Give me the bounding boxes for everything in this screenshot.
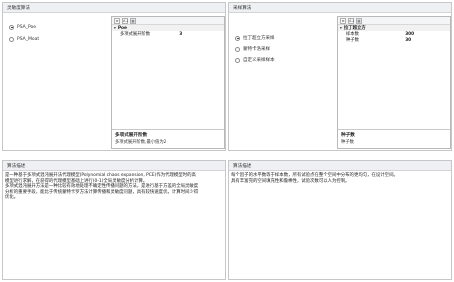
property-toolbar: ≡ A↓ ▦ [112, 17, 224, 25]
option-label: 蒙特卡洛采样 [243, 47, 270, 52]
radio-button-icon[interactable] [9, 36, 14, 42]
property-value[interactable]: 3 [179, 32, 182, 37]
algorithm-description-text: 是一种基于多项式混沌展开法代理模型(Polynomial chaos expan… [5, 173, 199, 201]
option-label: 自定义采样样本 [243, 58, 275, 63]
option-label: PSA_Moat [17, 36, 40, 42]
option-psa-moat[interactable]: PSA_Moat [9, 36, 39, 42]
property-pages-icon[interactable]: ▦ [356, 17, 362, 24]
radio-button-icon[interactable] [235, 46, 240, 52]
panel-title: 算法描述 [229, 161, 451, 171]
sort-alpha-icon[interactable]: A↓ [122, 17, 128, 24]
description-text: 多项式展开阶数,最小值为2 [115, 140, 167, 145]
sort-alpha-icon[interactable]: A↓ [348, 17, 354, 24]
property-row[interactable]: 种子数 30 [338, 37, 450, 44]
chevron-down-icon[interactable]: ▾ [114, 26, 116, 30]
property-name: 多项式展开阶数 [120, 32, 151, 37]
property-grid: ≡ A↓ ▦ ▾ Poe 多项式展开阶数 3 多项式展开阶数 多项式展开阶数,最… [111, 16, 225, 149]
property-description: 多项式展开阶数 多项式展开阶数,最小值为2 [112, 129, 224, 148]
option-label: PSA_Poe [17, 24, 37, 30]
property-description: 种子数 种子数 [338, 129, 450, 148]
property-value[interactable]: 30 [405, 38, 411, 43]
description-title: 种子数 [341, 133, 355, 138]
property-toolbar: ≡ A↓ ▦ [338, 17, 450, 25]
sensitivity-algorithm-panel: 灵敏度算法 PSA_Poe PSA_Moat ≡ A↓ ▦ ▾ Poe 多项式展… [2, 2, 226, 151]
option-custom-samples[interactable]: 自定义采样样本 [235, 57, 275, 63]
categorized-icon[interactable]: ≡ [114, 17, 120, 24]
property-pages-icon[interactable]: ▦ [130, 17, 136, 24]
chevron-down-icon[interactable]: ▾ [340, 26, 342, 30]
panel-title: 灵敏度算法 [3, 3, 225, 13]
categorized-icon[interactable]: ≡ [340, 17, 346, 24]
option-monte-carlo[interactable]: 蒙特卡洛采样 [235, 46, 270, 52]
radio-button-icon[interactable] [235, 57, 240, 63]
option-psa-poe[interactable]: PSA_Poe [9, 24, 36, 30]
option-label: 拉丁超立方采样 [243, 36, 275, 41]
property-grid: ≡ A↓ ▦ ▾ 拉丁超立方 样本数 300 种子数 30 种子数 种子数 [337, 16, 451, 149]
property-row[interactable]: 多项式展开阶数 3 [112, 31, 224, 38]
panel-title: 采样算法 [229, 3, 451, 13]
description-title: 多项式展开阶数 [115, 133, 148, 138]
category-label: Poe [117, 25, 128, 31]
property-value[interactable]: 300 [405, 32, 414, 37]
right-algorithm-description-panel: 算法描述 每个因子的水平数等于样本数，所有试验点在整个空间中分布的更均匀，在设计… [228, 160, 452, 280]
option-latin-hypercube[interactable]: 拉丁超立方采样 [235, 35, 275, 41]
description-text: 种子数 [341, 140, 354, 145]
sampling-algorithm-panel: 采样算法 拉丁超立方采样 蒙特卡洛采样 自定义采样样本 ≡ A↓ ▦ ▾ 拉丁超… [228, 2, 452, 151]
left-algorithm-description-panel: 算法描述 是一种基于多项式混沌展开法代理模型(Polynomial chaos … [2, 160, 226, 280]
panel-title: 算法描述 [3, 161, 225, 171]
property-name: 种子数 [346, 38, 359, 43]
radio-button-icon[interactable] [235, 35, 240, 41]
algorithm-description-text: 每个因子的水平数等于样本数，所有试验点在整个空间中分布的更均匀，在设计空间。 具… [231, 173, 398, 184]
radio-button-icon[interactable] [9, 24, 14, 30]
